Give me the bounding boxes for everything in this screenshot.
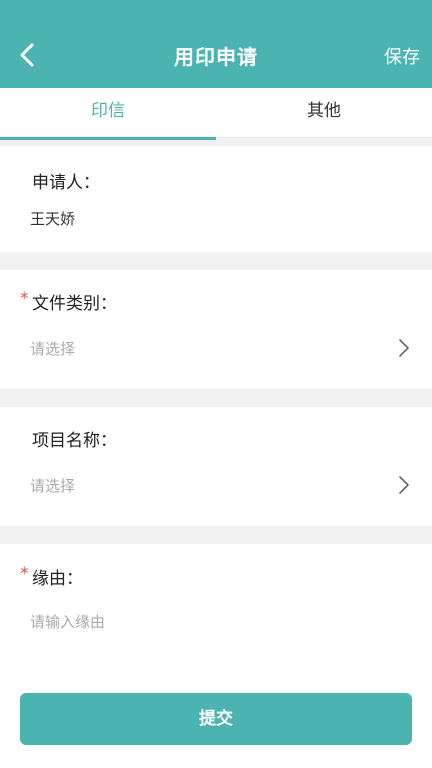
tab-bar: 印信 其他 (0, 88, 432, 140)
file-category-select[interactable]: 请选择 (30, 338, 75, 359)
reason-input[interactable]: 请输入缘由 (30, 611, 105, 632)
required-mark: * (20, 289, 29, 309)
header-bar: 用印申请 保存 (0, 0, 432, 88)
tab-seal[interactable]: 印信 (0, 88, 216, 140)
applicant-value: 王天娇 (30, 210, 76, 228)
applicant-label: 申请人： (32, 173, 100, 193)
required-mark: * (20, 564, 29, 584)
project-name-select[interactable]: 请选择 (30, 475, 75, 496)
project-name-section[interactable]: 项目名称： 请选择 (0, 407, 432, 526)
chevron-right-icon[interactable] (398, 475, 410, 495)
submit-button[interactable]: 提交 (20, 693, 412, 745)
file-category-section[interactable]: * 文件类别： 请选择 (0, 270, 432, 389)
reason-label: 缘由： (32, 569, 83, 589)
app-screen: 用印申请 保存 印信 其他 申请人： 王天娇 * 文件类别： 请选择 项目名称：… (0, 0, 432, 768)
applicant-section: 申请人： 王天娇 (0, 146, 432, 252)
file-category-label: 文件类别： (32, 294, 117, 314)
chevron-right-icon[interactable] (398, 338, 410, 358)
tab-other[interactable]: 其他 (216, 88, 432, 137)
page-title: 用印申请 (174, 45, 258, 69)
project-name-label: 项目名称： (32, 431, 117, 451)
save-button[interactable]: 保存 (384, 43, 420, 69)
